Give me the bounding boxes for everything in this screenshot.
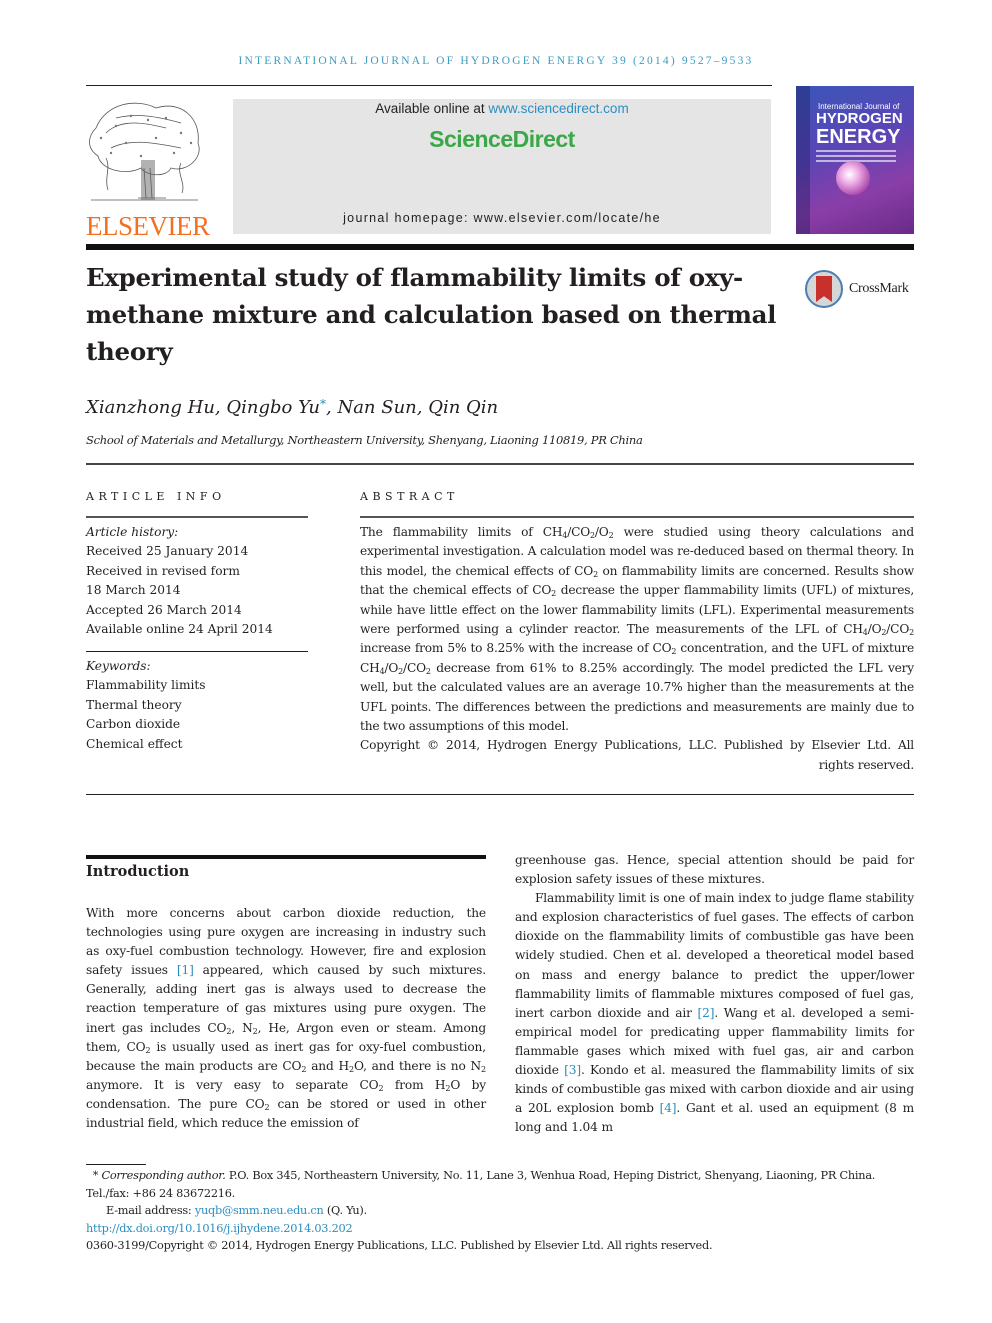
footnote-rule xyxy=(86,1164,146,1165)
citation-link-1[interactable]: [1] xyxy=(177,963,194,977)
keyword-item: Chemical effect xyxy=(86,736,183,751)
article-history: Article history: Received 25 January 201… xyxy=(86,523,273,639)
sciencedirect-banner: Available online at www.sciencedirect.co… xyxy=(233,99,771,234)
article-title: Experimental study of flammability limit… xyxy=(86,263,777,366)
doi-link[interactable]: http://dx.doi.org/10.1016/j.ijhydene.201… xyxy=(86,1222,353,1235)
header-thick-rule xyxy=(86,244,914,250)
email-link[interactable]: yuqb@smm.neu.edu.cn xyxy=(195,1204,324,1217)
running-head: INTERNATIONAL JOURNAL OF HYDROGEN ENERGY… xyxy=(238,55,754,67)
keyword-item: Carbon dioxide xyxy=(86,717,181,732)
paragraph: Flammability limit is one of main index … xyxy=(515,891,914,1135)
abstract-end-rule xyxy=(86,794,914,795)
crossmark-icon xyxy=(805,270,843,308)
elsevier-logo[interactable]: ELSEVIER xyxy=(86,98,210,241)
article-history-label: Article history: xyxy=(86,525,179,539)
authors-part-1: Xianzhong Hu, Qingbo Yu xyxy=(86,397,320,418)
doi-note: http://dx.doi.org/10.1016/j.ijhydene.201… xyxy=(86,1220,914,1238)
author-list: Xianzhong Hu, Qingbo Yu*, Nan Sun, Qin Q… xyxy=(86,397,498,418)
abstract-rule xyxy=(360,516,914,518)
history-item: Available online 24 April 2014 xyxy=(86,622,273,637)
article-info-heading: ARTICLE INFO xyxy=(86,490,226,503)
header-rule xyxy=(86,85,772,86)
affiliation-rule xyxy=(86,463,914,465)
history-item: Received 25 January 2014 xyxy=(86,544,249,559)
footnotes: * Corresponding author. P.O. Box 345, No… xyxy=(86,1167,914,1255)
sciencedirect-link[interactable]: www.sciencedirect.com xyxy=(488,101,628,116)
history-item: Accepted 26 March 2014 xyxy=(86,602,242,617)
elsevier-tree-icon xyxy=(89,102,200,201)
authors-part-2: , Nan Sun, Qin Qin xyxy=(326,397,499,418)
history-item: 18 March 2014 xyxy=(86,583,181,598)
abstract-text: The flammability limits of CH4/CO2/O2 we… xyxy=(360,525,914,734)
introduction-rule xyxy=(86,855,486,859)
introduction-right-column: greenhouse gas. Hence, special attention… xyxy=(515,851,914,1137)
citation-link-3[interactable]: [3] xyxy=(564,1063,581,1077)
introduction-left-column: With more concerns about carbon dioxide … xyxy=(86,904,486,1133)
crossmark-button[interactable]: CrossMark xyxy=(805,268,920,310)
available-online-text: Available online at xyxy=(375,101,489,116)
cover-orb-graphic xyxy=(836,161,870,195)
history-item: Received in revised form xyxy=(86,563,240,578)
keyword-item: Thermal theory xyxy=(86,697,182,712)
cover-line-3: ENERGY xyxy=(816,126,901,148)
affiliation: School of Materials and Metallurgy, Nort… xyxy=(86,433,643,447)
keywords: Keywords: Flammability limits Thermal th… xyxy=(86,657,206,754)
citation-link-4[interactable]: [4] xyxy=(660,1101,677,1115)
issn-copyright: 0360-3199/Copyright © 2014, Hydrogen Ene… xyxy=(86,1239,713,1252)
abstract-heading: ABSTRACT xyxy=(360,490,459,503)
keywords-label: Keywords: xyxy=(86,659,151,673)
cover-strip xyxy=(796,86,810,234)
paragraph: greenhouse gas. Hence, special attention… xyxy=(515,853,914,887)
abstract-copyright: Copyright © 2014, Hydrogen Energy Public… xyxy=(360,738,914,772)
available-online: Available online at www.sciencedirect.co… xyxy=(233,101,771,116)
keywords-rule xyxy=(86,651,308,652)
email-note: E-mail address: yuqb@smm.neu.edu.cn (Q. … xyxy=(106,1204,367,1217)
abstract-body: The flammability limits of CH4/CO2/O2 we… xyxy=(360,523,914,775)
journal-cover-image[interactable]: International Journal of HYDROGEN ENERGY xyxy=(796,86,914,234)
crossmark-label: CrossMark xyxy=(849,281,909,296)
sciencedirect-logo[interactable]: ScienceDirect xyxy=(233,126,771,153)
journal-homepage-link[interactable]: journal homepage: www.elsevier.com/locat… xyxy=(233,211,771,225)
elsevier-wordmark: ELSEVIER xyxy=(86,211,210,241)
corresponding-author-note: * Corresponding author. P.O. Box 345, No… xyxy=(86,1169,876,1200)
citation-link-2[interactable]: [2] xyxy=(698,1006,715,1020)
introduction-heading: Introduction xyxy=(86,863,190,880)
paragraph: With more concerns about carbon dioxide … xyxy=(86,906,487,1131)
article-info-rule xyxy=(86,516,308,518)
keyword-item: Flammability limits xyxy=(86,678,206,693)
cover-line-2: HYDROGEN xyxy=(816,110,903,127)
